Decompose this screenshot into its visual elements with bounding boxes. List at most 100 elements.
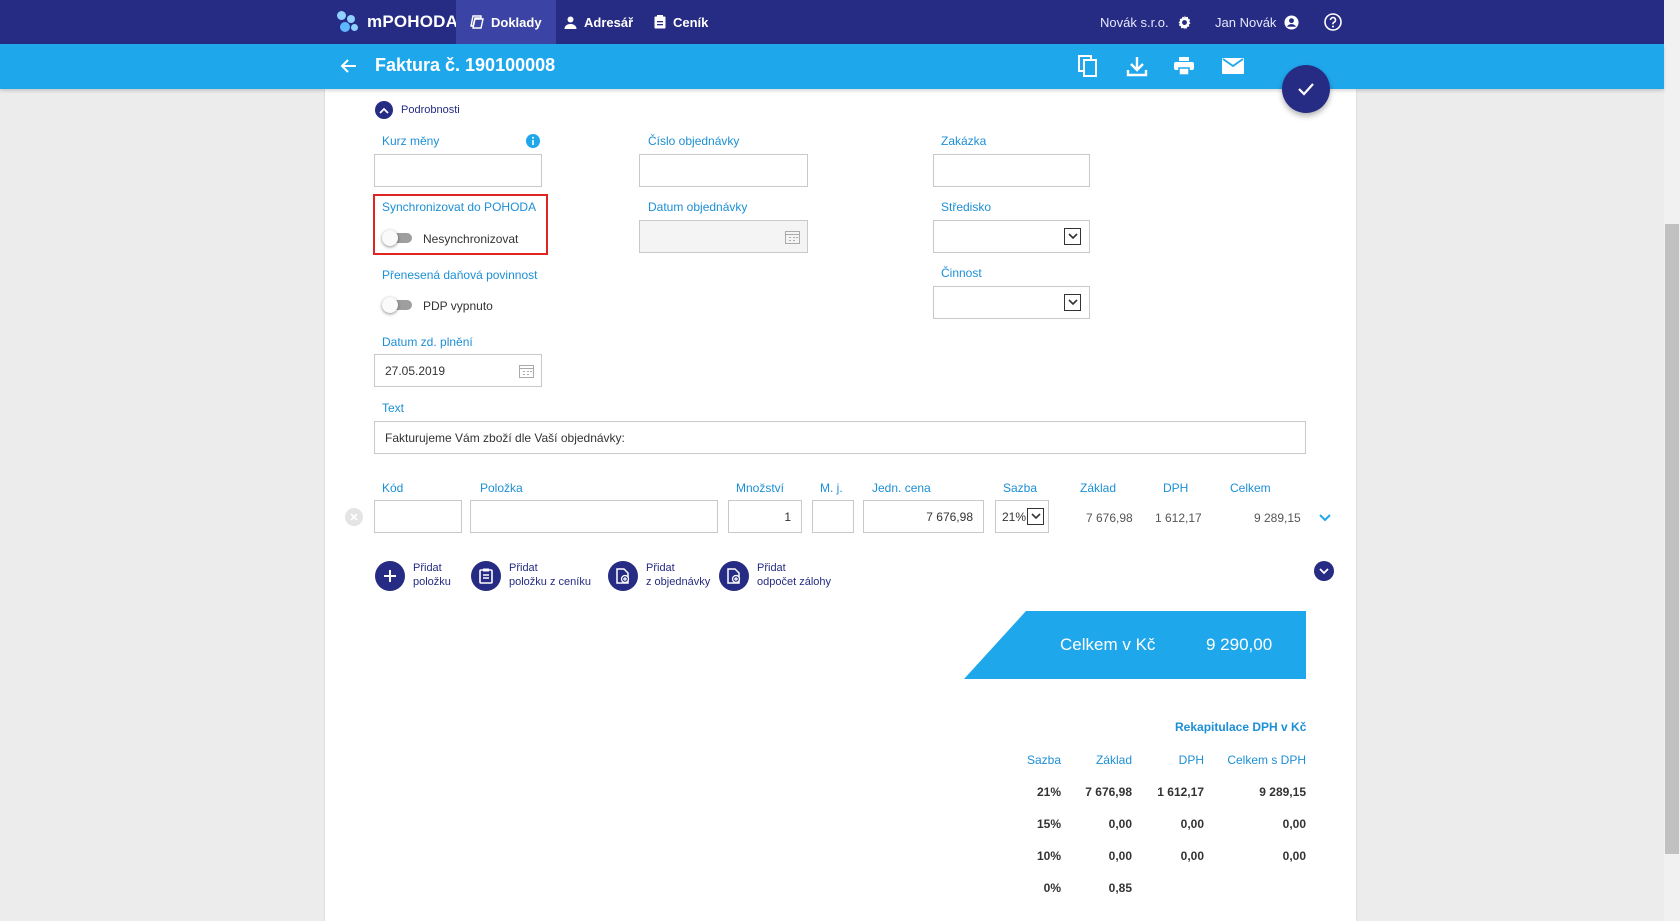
datum-obj-label: Datum objednávky: [648, 200, 748, 214]
top-navigation-bar: mPOHODA Doklady Adresář Ceník Novák s.r.…: [0, 0, 1664, 44]
calendar-icon[interactable]: [785, 230, 800, 244]
chevron-up-icon: [375, 101, 393, 119]
total-label: Celkem v Kč: [1060, 635, 1156, 654]
chevron-down-icon: [1064, 294, 1081, 311]
nav-tab-cenik[interactable]: Ceník: [640, 0, 722, 44]
user-name: Jan Novák: [1215, 14, 1277, 30]
details-toggle[interactable]: Podrobnosti: [375, 101, 460, 119]
documents-icon: [470, 15, 484, 29]
item-dph: 1 612,17: [1155, 511, 1202, 525]
stredisko-label: Středisko: [941, 200, 992, 214]
recap-cell: 9 289,15: [1259, 785, 1306, 799]
datum-zd-value: 27.05.2019: [385, 363, 446, 378]
scrollbar-thumb[interactable]: [1665, 224, 1679, 854]
cislo-obj-input[interactable]: [639, 154, 808, 187]
help-button[interactable]: [1324, 0, 1342, 44]
calendar-icon[interactable]: [519, 364, 534, 378]
add-from-price-list-button[interactable]: Přidat položku z ceníku: [471, 561, 591, 591]
kurz-input[interactable]: [374, 154, 542, 187]
sync-label: Synchronizovat do POHODA: [382, 200, 537, 214]
col-jedn-cena: Jedn. cena: [872, 481, 931, 495]
recap-cell: 0,00: [1108, 817, 1132, 831]
item-jedn-cena-input[interactable]: 7 676,98: [863, 500, 984, 533]
nav-tab-label: Adresář: [584, 14, 634, 30]
recap-cell: 15%: [1036, 817, 1061, 831]
user-menu[interactable]: Jan Novák: [1215, 0, 1299, 44]
text-input[interactable]: Fakturujeme Vám zboží dle Vaší objednávk…: [374, 421, 1306, 454]
company-selector[interactable]: Novák s.r.o.: [1100, 0, 1192, 44]
item-polozka-input[interactable]: [470, 500, 718, 533]
datum-zd-input[interactable]: 27.05.2019: [374, 354, 542, 387]
mail-icon[interactable]: [1222, 58, 1244, 74]
add-from-order-button[interactable]: Přidat z objednávky: [608, 561, 710, 591]
item-mnozstvi-input[interactable]: 1: [728, 500, 802, 533]
datum-obj-input[interactable]: [639, 220, 808, 253]
add-item-button[interactable]: Přidat položku: [375, 561, 451, 591]
zakazka-label: Zakázka: [941, 134, 987, 148]
col-zaklad: Základ: [1080, 481, 1117, 495]
chevron-down-icon: [1027, 508, 1044, 525]
recap-cell: 0,00: [1180, 817, 1204, 831]
brand[interactable]: mPOHODA: [337, 0, 458, 44]
pohoda-logo-icon: [337, 11, 359, 33]
datum-zd-label: Datum zd. plnění: [382, 335, 473, 349]
remove-row-icon[interactable]: [345, 508, 363, 526]
pdp-label: Přenesená daňová povinnost: [382, 268, 538, 282]
document-add-icon: [608, 561, 638, 591]
confirm-button[interactable]: [1282, 65, 1330, 113]
document-header: Faktura č. 190100008: [0, 44, 1664, 89]
total-value: 9 290,00: [1206, 635, 1273, 654]
check-icon: [1298, 83, 1314, 96]
info-icon[interactable]: [526, 134, 540, 148]
add-deposit-deduction-button[interactable]: Přidat odpočet zálohy: [719, 561, 831, 591]
nav-tab-adresar[interactable]: Adresář: [550, 0, 647, 44]
col-dph: DPH: [1163, 481, 1189, 495]
item-celkem: 9 289,15: [1254, 511, 1301, 525]
pdp-toggle[interactable]: [382, 297, 414, 313]
text-label: Text: [382, 401, 405, 415]
copy-icon[interactable]: [1078, 55, 1098, 77]
help-icon: [1324, 13, 1342, 31]
chevron-down-icon: [1064, 228, 1081, 245]
recap-col-zaklad: Základ: [1095, 753, 1132, 767]
page-title: Faktura č. 190100008: [375, 55, 556, 75]
cinnost-select[interactable]: [933, 286, 1090, 319]
item-sazba-value: 21%: [1002, 509, 1027, 524]
item-mj-input[interactable]: [812, 500, 854, 533]
back-arrow-icon[interactable]: [340, 57, 358, 75]
account-circle-icon: [1284, 14, 1299, 30]
col-mj: M. j.: [820, 481, 843, 495]
col-mnozstvi: Množství: [736, 481, 785, 495]
kurz-label: Kurz měny: [382, 134, 440, 148]
recap-cell: 0,00: [1108, 849, 1132, 863]
person-icon: [564, 16, 577, 29]
recap-cell: 0,00: [1282, 817, 1306, 831]
col-celkem: Celkem: [1230, 481, 1271, 495]
download-icon[interactable]: [1126, 55, 1148, 77]
document-add-icon: [719, 561, 749, 591]
recap-col-sazba: Sazba: [1026, 753, 1061, 767]
print-icon[interactable]: [1174, 57, 1194, 75]
col-polozka: Položka: [480, 481, 523, 495]
item-kod-input[interactable]: [374, 500, 462, 533]
expand-row-chevron-icon[interactable]: [1318, 513, 1332, 523]
plus-icon: [375, 561, 405, 591]
nav-tab-label: Ceník: [673, 14, 709, 30]
company-name: Novák s.r.o.: [1100, 14, 1169, 30]
item-zaklad: 7 676,98: [1086, 511, 1133, 525]
brand-name: mPOHODA: [367, 12, 459, 31]
cinnost-label: Činnost: [941, 266, 982, 280]
recap-cell: 10%: [1036, 849, 1061, 863]
nav-tab-doklady[interactable]: Doklady: [456, 0, 556, 44]
vat-recap-title: Rekapitulace DPH v Kč: [1175, 720, 1307, 734]
nav-tab-label: Doklady: [491, 14, 542, 30]
expand-all-chevron-icon[interactable]: [1314, 561, 1334, 581]
stredisko-select[interactable]: [933, 220, 1090, 253]
recap-col-celkem: Celkem s DPH: [1227, 753, 1306, 767]
item-sazba-select[interactable]: 21%: [995, 500, 1049, 533]
recap-cell: 7 676,98: [1085, 785, 1132, 799]
zakazka-input[interactable]: [933, 154, 1090, 187]
sync-toggle[interactable]: [382, 230, 414, 246]
recap-col-dph: DPH: [1178, 753, 1204, 767]
gear-icon: [1178, 14, 1191, 30]
